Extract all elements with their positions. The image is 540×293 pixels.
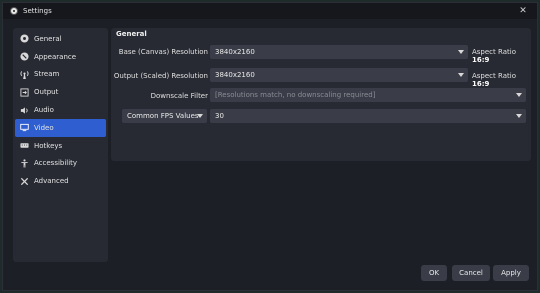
sidebar-item-label: Appearance [34, 52, 77, 61]
title-bar: Settings ✕ [3, 3, 537, 19]
sidebar-item-label: Audio [34, 106, 54, 115]
wrench-icon [19, 176, 29, 186]
window-title: Settings [23, 7, 52, 15]
sidebar-item-label: Advanced [34, 177, 69, 186]
sidebar-item-output[interactable]: Output [15, 83, 106, 101]
close-icon[interactable]: ✕ [517, 5, 529, 17]
downscale-filter-combo: [Resolutions match, no downscaling requi… [210, 88, 526, 102]
sidebar-item-stream[interactable]: Stream [15, 66, 106, 84]
chevron-down-icon [458, 73, 464, 77]
chevron-down-icon [516, 93, 522, 97]
video-settings-panel: General Base (Canvas) Resolution 3840x21… [111, 28, 531, 161]
sidebar-item-label: Stream [34, 70, 60, 79]
apply-button[interactable]: Apply [493, 265, 529, 281]
broadcast-icon [19, 69, 29, 79]
output-aspect-ratio: Aspect Ratio 16:9 [472, 72, 516, 88]
base-resolution-value: 3840x2160 [215, 48, 255, 56]
accessibility-icon [19, 158, 29, 168]
cancel-button[interactable]: Cancel [452, 265, 490, 281]
paint-icon [19, 52, 29, 62]
sidebar-item-advanced[interactable]: Advanced [15, 172, 106, 190]
chevron-down-icon [458, 50, 464, 54]
base-resolution-label: Base (Canvas) Resolution [118, 48, 208, 56]
monitor-icon [19, 123, 29, 133]
sidebar-item-video[interactable]: Video [15, 118, 106, 137]
downscale-filter-label: Downscale Filter [150, 92, 208, 100]
sidebar-item-hotkeys[interactable]: Hotkeys [15, 137, 106, 155]
fps-value: 30 [215, 112, 224, 120]
chevron-down-icon [197, 114, 203, 118]
sidebar-item-label: General [34, 34, 62, 43]
chevron-down-icon [516, 114, 522, 118]
ok-button[interactable]: OK [421, 265, 447, 281]
gear-icon [19, 34, 29, 44]
sidebar-item-label: Accessibility [34, 159, 78, 168]
settings-window: Settings ✕ General Appearance Stream Out… [2, 2, 538, 291]
output-resolution-combo[interactable]: 3840x2160 [210, 68, 468, 82]
output-icon [19, 87, 29, 97]
output-resolution-label: Output (Scaled) Resolution [113, 72, 208, 80]
fps-value-combo[interactable]: 30 [210, 109, 526, 123]
sidebar-item-audio[interactable]: Audio [15, 101, 106, 119]
downscale-filter-value: [Resolutions match, no downscaling requi… [215, 91, 376, 99]
base-resolution-combo[interactable]: 3840x2160 [210, 45, 468, 59]
fps-type-combo[interactable]: Common FPS Values [122, 109, 207, 123]
section-title: General [116, 30, 147, 38]
sidebar-item-label: Output [34, 88, 59, 97]
output-resolution-value: 3840x2160 [215, 71, 255, 79]
sidebar-item-label: Video [34, 123, 54, 132]
sidebar-item-label: Hotkeys [34, 141, 63, 150]
base-aspect-ratio: Aspect Ratio 16:9 [472, 48, 516, 64]
settings-sidebar: General Appearance Stream Output Audio V… [13, 28, 108, 262]
keyboard-icon [19, 141, 29, 151]
sidebar-item-accessibility[interactable]: Accessibility [15, 155, 106, 173]
app-logo-icon [10, 7, 18, 15]
sidebar-item-general[interactable]: General [15, 30, 106, 48]
speaker-icon [19, 105, 29, 115]
sidebar-item-appearance[interactable]: Appearance [15, 48, 106, 66]
fps-type-value: Common FPS Values [127, 112, 199, 120]
